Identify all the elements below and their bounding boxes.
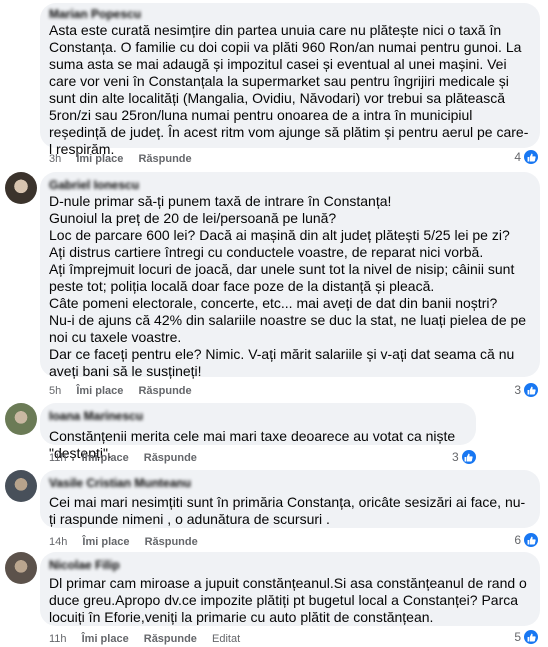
thumbs-up-icon [523, 149, 539, 165]
comment-author[interactable]: Gabriel Ionescu [49, 178, 530, 193]
like-button[interactable]: Îmi place [76, 385, 123, 397]
thumbs-up-icon [523, 532, 539, 548]
comment-time[interactable]: 11h [49, 633, 67, 645]
thumbs-up-icon [523, 382, 539, 398]
reaction-count[interactable]: 4 [514, 148, 539, 166]
avatar[interactable] [5, 172, 37, 204]
comment-actions: 3h Îmi place Răspunde [49, 152, 204, 166]
comment-bubble: Nicolae Filip Dl primar cam miroase a ju… [40, 552, 540, 626]
comment-text: Cei mai mari nesimțiti sunt în primăria … [49, 494, 526, 527]
reaction-number: 3 [452, 450, 459, 464]
comment-bubble: Gabriel Ionescu D-nule primar să-ți pune… [40, 172, 540, 379]
like-button[interactable]: Îmi place [82, 452, 129, 464]
like-button[interactable]: Îmi place [82, 633, 129, 645]
like-button[interactable]: Îmi place [76, 153, 123, 165]
avatar[interactable] [5, 470, 37, 502]
reaction-count[interactable]: 6 [514, 531, 539, 549]
reaction-number: 3 [514, 383, 521, 397]
avatar[interactable] [5, 403, 37, 435]
comment-actions: 5h Îmi place Răspunde [49, 384, 204, 398]
reaction-count[interactable]: 3 [514, 381, 539, 399]
like-button[interactable]: Îmi place [82, 536, 129, 548]
thumbs-up-icon [523, 629, 539, 645]
comment-author[interactable]: Ioana Marinescu [49, 409, 159, 424]
comment-text: Asta este curată nesimțire din partea un… [49, 22, 529, 157]
reply-button[interactable]: Răspunde [144, 633, 197, 645]
comment-time[interactable]: 11h [49, 452, 67, 464]
comment-author[interactable]: Vasile Cristian Munteanu [49, 476, 530, 491]
comment-bubble: Vasile Cristian Munteanu Cei mai mari ne… [40, 470, 540, 528]
comment-author[interactable]: Marian Popescu [49, 7, 530, 22]
comment-bubble: Ioana Marinescu Constănțenii merita cele… [40, 403, 476, 461]
comment-actions: 11h Îmi place Răspunde [49, 451, 209, 465]
reaction-count[interactable]: 5 [514, 628, 539, 646]
comment-time[interactable]: 14h [49, 536, 67, 548]
edited-label[interactable]: Editat [212, 633, 240, 645]
comment-time[interactable]: 5h [49, 385, 61, 397]
reply-button[interactable]: Răspunde [138, 385, 191, 397]
reply-button[interactable]: Răspunde [138, 153, 191, 165]
comment-bubble: Marian Popescu Asta este curată nesimțir… [40, 3, 540, 157]
reply-button[interactable]: Răspunde [144, 452, 197, 464]
reaction-number: 5 [514, 630, 521, 644]
reaction-number: 4 [514, 150, 521, 164]
comment-text: Dl primar cam miroase a jupuit constănțe… [49, 575, 527, 625]
reaction-number: 6 [514, 533, 521, 547]
comment-author[interactable]: Nicolae Filip [49, 558, 530, 573]
comment-time[interactable]: 3h [49, 153, 61, 165]
thumbs-up-icon [460, 449, 477, 465]
avatar[interactable] [5, 552, 37, 584]
comment-text: D-nule primar să-ți punem taxă de intrar… [49, 193, 527, 379]
reply-button[interactable]: Răspunde [145, 536, 198, 548]
reaction-count[interactable]: 3 [452, 448, 477, 466]
comment-actions: 14h Îmi place Răspunde [49, 535, 210, 549]
comment-actions: 11h Îmi place Răspunde Editat [49, 632, 252, 646]
